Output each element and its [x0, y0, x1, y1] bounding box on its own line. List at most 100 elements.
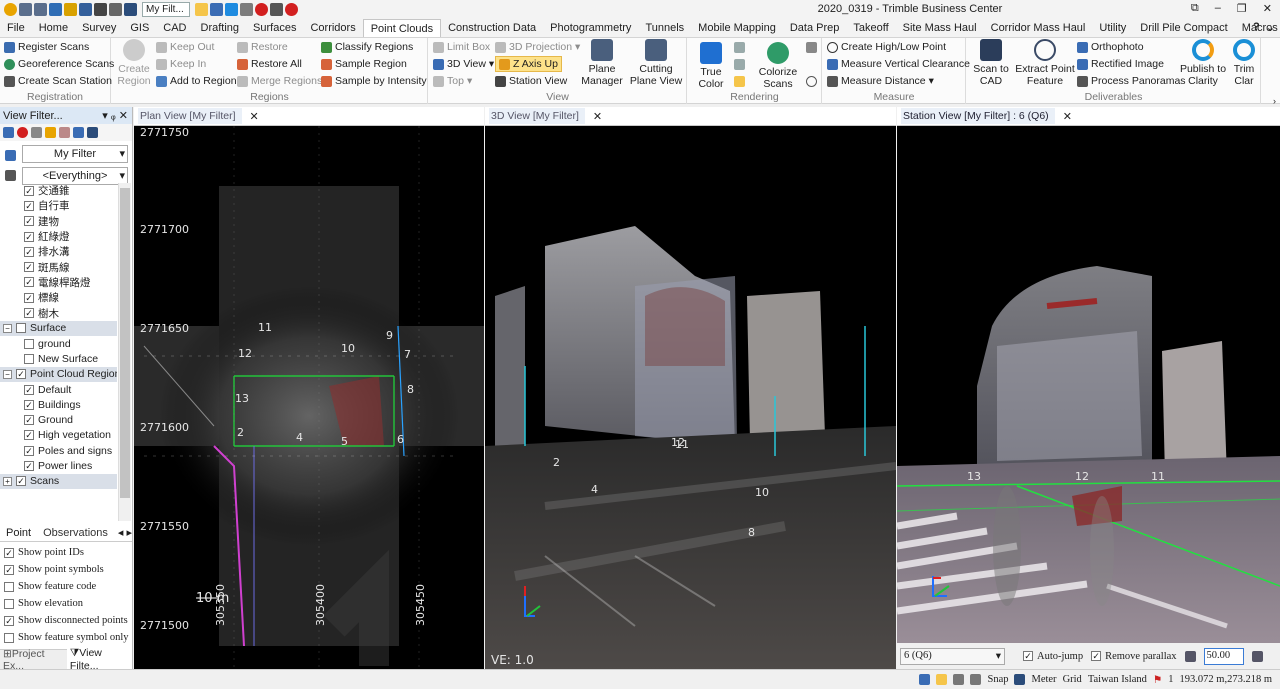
regions-checkbox[interactable]: ✓ [16, 369, 26, 380]
layer-props-icon[interactable] [87, 127, 98, 138]
tab-observations[interactable]: Observations [37, 527, 114, 539]
point-label[interactable]: 7 [404, 348, 411, 361]
close-icon[interactable]: ✕ [593, 110, 602, 123]
region-item[interactable]: ✓ Poles and signs [0, 443, 117, 458]
save-icon[interactable] [79, 3, 92, 16]
parallax-value-input[interactable]: 50.00 [1203, 647, 1244, 665]
add-to-region-button[interactable]: Add to Region [156, 73, 237, 89]
extract-point-feature-button[interactable]: Extract Point Feature [1015, 39, 1075, 87]
point-label[interactable]: 12 [1075, 470, 1089, 483]
tab-scroll-icon[interactable]: ◂ ▸ [118, 526, 132, 539]
units-label[interactable]: Meter [1031, 674, 1056, 685]
point-label[interactable]: 4 [296, 431, 303, 444]
point-label[interactable]: 13 [235, 392, 249, 405]
collapse-icon[interactable]: − [3, 369, 12, 379]
station-select[interactable]: 6 (Q6) ▾ [900, 647, 1005, 665]
tab-takeoff[interactable]: Takeoff [846, 19, 895, 37]
plan-view-pane[interactable]: Plan View [My Filter] ✕ 2771750 2771700 2… [134, 107, 484, 672]
surface-item-checkbox[interactable] [24, 338, 34, 349]
expand-icon[interactable]: + [3, 476, 12, 486]
region-item[interactable]: ✓ Buildings [0, 397, 117, 412]
layer-off-icon[interactable] [59, 127, 70, 138]
new-project-icon[interactable] [49, 3, 62, 16]
tab-surfaces[interactable]: Surfaces [246, 19, 303, 37]
station-view-button[interactable]: Station View [495, 73, 567, 89]
layer-item[interactable]: ✓ 交通錐 [0, 183, 117, 198]
create-high-low-point-button[interactable]: Create High/Low Point [827, 39, 946, 55]
3d-view-button[interactable]: 3D View ▾ [433, 56, 494, 72]
point-label[interactable]: 5 [341, 435, 348, 448]
tab-data-prep[interactable]: Data Prep [783, 19, 847, 37]
tab-corridor-mass-haul[interactable]: Corridor Mass Haul [984, 19, 1093, 37]
station-view-pane[interactable]: Station View [My Filter] : 6 (Q6) ✕ 13 1… [897, 107, 1280, 643]
select-icon[interactable] [195, 3, 208, 16]
plan-view-tab[interactable]: Plan View [My Filter] ✕ [134, 107, 484, 126]
point-label[interactable]: 12 [671, 436, 685, 449]
layer-item[interactable]: ✓ 排水溝 [0, 244, 117, 259]
surface-section[interactable]: − Surface [0, 320, 117, 336]
layer-on-icon[interactable] [45, 127, 56, 138]
keep-out-button[interactable]: Keep Out [156, 39, 214, 55]
tab-tunnels[interactable]: Tunnels [638, 19, 691, 37]
snap-mode-icon[interactable] [919, 674, 931, 685]
layer-lock-icon[interactable] [73, 127, 84, 138]
region-checkbox[interactable]: ✓ [24, 384, 34, 395]
point-shape-icon[interactable] [806, 76, 817, 87]
true-color-button[interactable]: True Color [692, 42, 730, 90]
point-size-icon[interactable] [806, 42, 817, 53]
register-scans-button[interactable]: Register Scans [4, 39, 89, 55]
layer-checkbox[interactable]: ✓ [24, 200, 34, 211]
point-label[interactable]: 6 [397, 433, 404, 446]
ribbon-scroll-right-icon[interactable]: › [1273, 96, 1276, 106]
region-item[interactable]: ✓ Default [0, 382, 117, 397]
scan-to-cad-button[interactable]: Scan to CAD [969, 39, 1013, 87]
point-label[interactable]: 4 [591, 483, 598, 496]
cutting-plane-view-button[interactable]: Cutting Plane View [629, 39, 683, 87]
close-icon[interactable]: ✕ [1063, 110, 1072, 123]
point-label[interactable]: 10 [341, 342, 355, 355]
point-label[interactable]: 9 [386, 329, 393, 342]
plan-view-canvas[interactable]: 2771750 2771700 2771650 2771600 2771550 … [134, 126, 484, 672]
option-checkbox[interactable]: ✓ [4, 564, 14, 575]
process-panoramas-button[interactable]: Process Panoramas [1077, 73, 1186, 89]
layer-checkbox[interactable]: ✓ [24, 277, 34, 288]
layer-item[interactable]: ✓ 電線桿路燈 [0, 275, 117, 290]
station-view-tab[interactable]: Station View [My Filter] : 6 (Q6) ✕ [897, 107, 1280, 126]
3d-projection-button[interactable]: 3D Projection ▾ [495, 39, 580, 55]
zoom-icon[interactable] [124, 3, 137, 16]
sample-region-button[interactable]: Sample Region [321, 56, 407, 72]
restore-panes-icon[interactable]: ⧉ [1191, 2, 1199, 15]
tab-drafting[interactable]: Drafting [194, 19, 247, 37]
collapse-icon[interactable]: − [3, 323, 12, 333]
grid-icon[interactable] [970, 674, 982, 685]
undo-icon[interactable] [19, 3, 32, 16]
select-mode-icon[interactable] [936, 674, 948, 685]
layer-checkbox[interactable]: ✓ [24, 246, 34, 257]
create-scan-station-button[interactable]: Create Scan Station [4, 73, 112, 89]
tab-corridors[interactable]: Corridors [303, 19, 362, 37]
tab-mobile-mapping[interactable]: Mobile Mapping [691, 19, 783, 37]
3d-view-tab[interactable]: 3D View [My Filter] ✕ [485, 107, 896, 126]
help-icon[interactable]: ? [1253, 21, 1260, 34]
layer-icon[interactable] [225, 3, 238, 16]
option-checkbox[interactable] [4, 581, 14, 592]
tab-drill-pile-compact[interactable]: Drill Pile Compact [1133, 19, 1234, 37]
colorize-scans-button[interactable]: Colorize Scans [754, 42, 802, 90]
filter-combo[interactable]: My Filt... [142, 2, 190, 17]
merge-regions-button[interactable]: Merge Regions [237, 73, 322, 89]
measure-distance-button[interactable]: Measure Distance ▾ [827, 73, 934, 89]
limit-box-button[interactable]: Limit Box [433, 39, 490, 55]
region-item[interactable]: ✓ Power lines [0, 458, 117, 473]
filter-select[interactable]: My Filter ▾ [22, 145, 128, 163]
tab-project-explorer[interactable]: ⊞Project Ex... [0, 648, 67, 672]
auto-jump-checkbox[interactable]: ✓ Auto-jump [1023, 651, 1083, 662]
top-view-button[interactable]: Top ▾ [433, 73, 472, 89]
layer-item[interactable]: ✓ 斑馬線 [0, 259, 117, 274]
tab-site-mass-haul[interactable]: Site Mass Haul [896, 19, 984, 37]
close-icon[interactable]: ✕ [1263, 2, 1272, 15]
regions-section[interactable]: − ✓ Point Cloud Regions [0, 366, 117, 382]
print-icon[interactable] [109, 3, 122, 16]
layer-checkbox[interactable]: ✓ [24, 185, 34, 196]
delete-icon[interactable] [17, 127, 28, 138]
region-checkbox[interactable]: ✓ [24, 415, 34, 426]
